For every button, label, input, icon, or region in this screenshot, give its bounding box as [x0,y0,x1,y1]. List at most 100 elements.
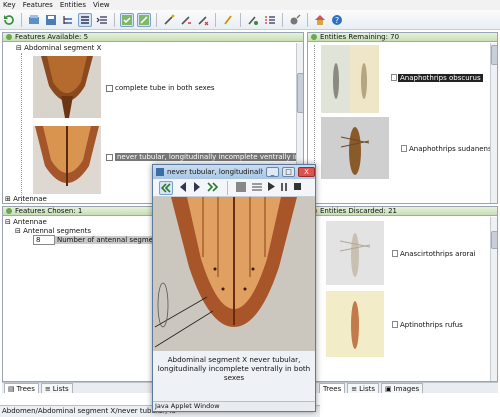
scrollbar[interactable] [490,43,497,203]
status-icon [6,208,12,214]
restart-icon[interactable] [2,13,16,27]
menu-key[interactable]: Key [3,1,16,9]
entity-image-rufus[interactable] [326,291,384,357]
entity-label-rufus[interactable]: Aptinothrips rufus [400,321,463,329]
toolbar-separator [156,12,157,27]
tab-trees-right[interactable]: Trees [319,383,346,393]
tree-node-antennae-chosen[interactable]: ⊟ Antennae [5,218,47,226]
menu-features[interactable]: Features [23,1,53,9]
entity-image-arorai[interactable] [326,221,384,285]
images-tab-icon: ▣ [385,384,392,393]
tab-lists[interactable]: ≡ Lists [40,383,73,393]
entity-image-obscurus[interactable] [321,45,379,113]
tree-node-antennal-segments[interactable]: ⊟ Antennal segments [15,227,91,235]
pause-icon[interactable] [281,182,288,193]
tab-lists-right[interactable]: ≡ Lists [347,383,379,393]
entity-label-arorai[interactable]: Anascirtothrips arorai [400,250,476,258]
viewer-title-bar[interactable]: never tubular, longitudinally incomplete… [153,165,315,179]
home-icon[interactable] [313,13,327,27]
list-tab-icon: ≡ [351,384,358,393]
state-image-never-tubular[interactable] [33,126,101,194]
list-tab-icon: ≡ [44,384,51,393]
menu-view[interactable]: View [93,1,110,9]
status-icon [6,34,12,40]
state-checkbox-never-tubular[interactable] [106,154,113,161]
stop-icon[interactable] [294,183,301,192]
doc-icon [392,250,398,257]
tree-node-abdominal-segment[interactable]: ⊟ Abdominal segment X [16,44,101,52]
scroll-thumb[interactable] [491,45,497,65]
play-icon[interactable] [268,182,275,193]
window-icon [156,168,164,176]
minimize-button[interactable]: _ [266,167,279,177]
antennal-value-label[interactable]: Number of antennal segments [55,236,166,244]
save-icon[interactable] [44,13,58,27]
toolbar-separator [21,12,22,27]
menu-entities[interactable]: Entities [60,1,86,9]
scroll-thumb[interactable] [297,73,303,113]
features-available-header: Features Available: 5 [3,33,303,42]
entities-remaining-panel: Entities Remaining: 70 Anaphothrips obsc… [307,32,498,204]
tree-icon[interactable] [61,13,75,27]
toolbar-separator [307,12,308,27]
toolbar-separator [227,180,228,195]
state-label-never-tubular[interactable]: never tubular, longitudinally incomplete… [115,153,303,161]
entities-discarded-panel: Entities Discarded: 21 Anascirtothrips a… [307,206,498,382]
tab-images-right[interactable]: ▣ Images [381,383,424,393]
image-viewer-window: never tubular, longitudinally incomplete… [152,164,316,412]
toolbar-separator [282,12,283,27]
tool-e-icon[interactable] [246,13,260,27]
toolbar: ? [0,10,500,30]
numbered-list-icon[interactable] [263,13,277,27]
toolbar-separator [240,12,241,27]
antennal-value-input[interactable]: 8 [33,235,55,245]
separate-icon[interactable] [137,12,151,27]
tree-connector [21,53,22,203]
entities-remaining-header: Entities Remaining: 70 [308,33,497,42]
scroll-thumb[interactable] [491,231,497,249]
viewer-title: never tubular, longitudinally incomplete… [167,168,263,176]
state-checkbox-complete-tube[interactable] [106,85,113,92]
doc-icon [391,74,397,81]
menu-bar: Key Features Entities View [0,0,500,10]
svg-text:?: ? [335,16,339,25]
list-icon[interactable] [78,12,92,27]
status-icon [311,34,317,40]
help-icon[interactable]: ? [330,13,344,27]
tool-b-icon[interactable] [179,13,193,27]
applet-footer: Java Applet Window [153,401,315,411]
entity-label-obscurus[interactable]: Anaphothrips obscurus [398,74,483,82]
image-list-icon[interactable] [236,181,246,194]
open-icon[interactable] [27,13,41,27]
next-image-icon[interactable] [193,181,201,194]
state-image-complete-tube[interactable] [33,56,101,118]
last-image-icon[interactable] [207,181,219,194]
toolbar-separator [114,12,115,27]
indent-icon[interactable] [95,13,109,27]
viewer-nav [153,179,315,197]
entity-label-sudanensis[interactable]: Anaphothrips sudanensis [409,145,497,153]
doc-icon [392,321,398,328]
right-view-tabs: Trees ≡ Lists ▣ Images [307,382,498,393]
toolbar-separator [215,12,216,27]
close-button[interactable]: X [298,167,315,177]
wand-icon[interactable] [162,13,176,27]
tool-c-icon[interactable] [196,13,210,27]
doc-icon [401,145,407,152]
tree-tab-icon: ▤ [8,384,15,393]
best-icon[interactable] [120,12,134,27]
previous-image-icon[interactable] [179,181,187,194]
viewer-image[interactable] [153,197,315,351]
scrollbar[interactable] [490,217,497,381]
first-image-icon[interactable] [159,180,173,195]
tree-node-antennae[interactable]: ⊞ Antennae [5,195,47,203]
entity-image-sudanensis[interactable] [321,117,389,179]
text-list-icon[interactable] [252,182,262,194]
tool-d-icon[interactable] [221,13,235,27]
maximize-button[interactable]: □ [282,167,295,177]
entities-discarded-header: Entities Discarded: 21 [308,207,497,216]
tab-trees[interactable]: ▤ Trees [4,383,39,393]
viewer-caption: Abdominal segment X never tubular, longi… [157,355,311,382]
tool-f-icon[interactable] [288,13,302,27]
state-label-complete-tube[interactable]: complete tube in both sexes [115,84,215,92]
